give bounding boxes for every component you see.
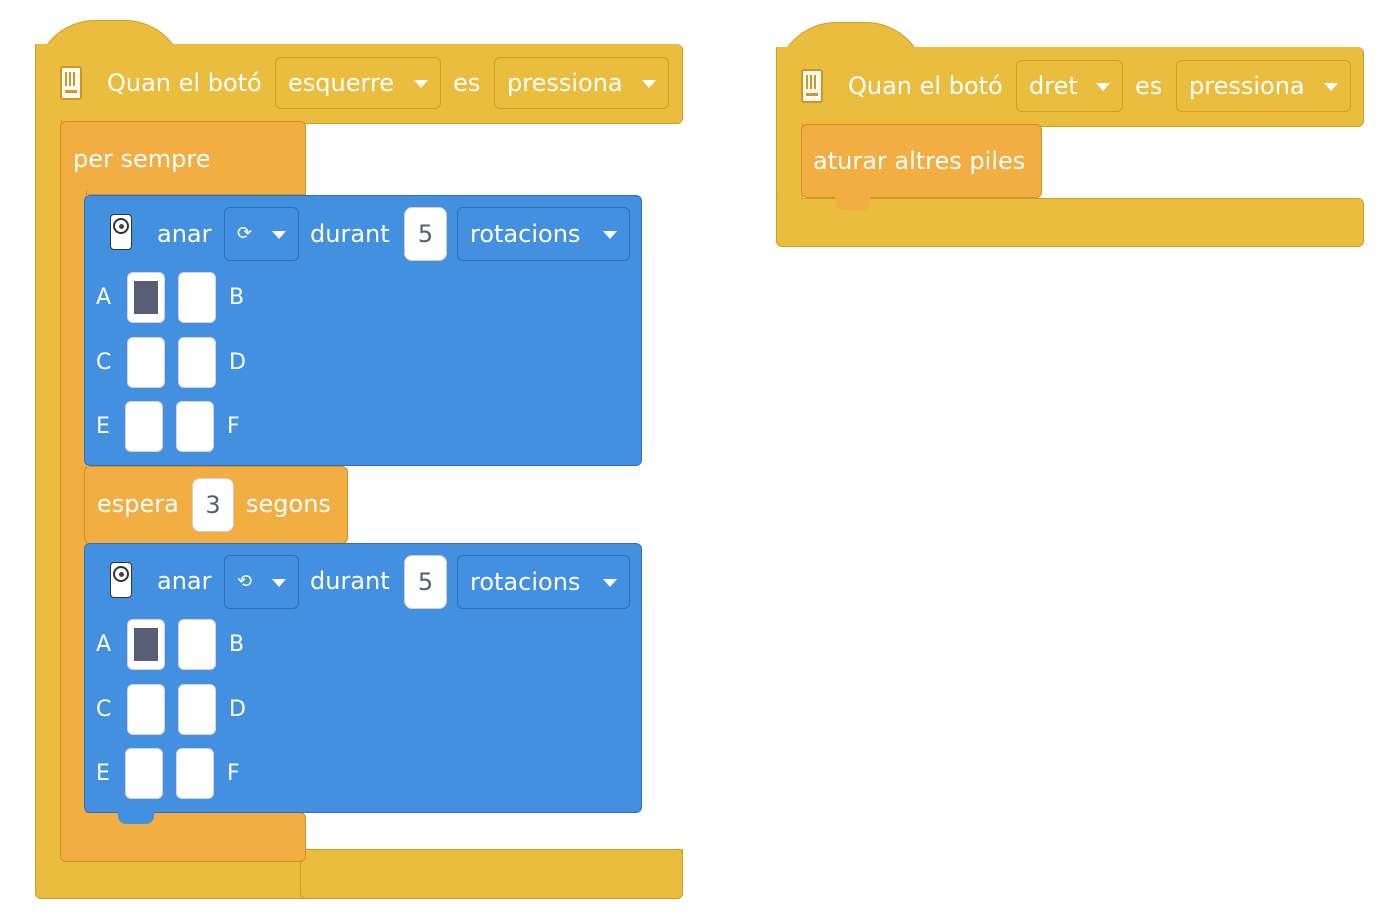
stop-label: aturar altres piles — [813, 147, 1026, 175]
button-dropdown[interactable]: dret — [1016, 60, 1123, 112]
port-a-toggle[interactable] — [127, 272, 165, 323]
port-a-toggle[interactable] — [127, 619, 165, 670]
port-label-b: B — [229, 632, 245, 657]
action-dropdown[interactable]: pressiona — [494, 57, 669, 109]
forever-bottom — [60, 812, 306, 862]
go-label: anar — [157, 220, 212, 248]
button-dropdown-value: esquerre — [288, 69, 395, 97]
port-label-e: E — [96, 761, 110, 786]
es-label: es — [453, 69, 481, 97]
chevron-down-icon — [1324, 83, 1338, 91]
motor-icon — [110, 562, 132, 598]
port-f-toggle[interactable] — [176, 748, 214, 799]
amount-input[interactable]: 5 — [404, 555, 447, 609]
port-label-a: A — [96, 285, 112, 310]
chevron-down-icon — [272, 231, 286, 239]
action-dropdown[interactable]: pressiona — [1176, 60, 1351, 112]
hat-label: Quan el botó — [848, 72, 1003, 100]
direction-dropdown[interactable]: ⟳ — [224, 207, 299, 261]
direction-icon: ⟲ — [237, 571, 253, 592]
port-label-e: E — [96, 414, 110, 439]
port-label-a: A — [96, 632, 112, 657]
port-e-toggle[interactable] — [125, 401, 163, 452]
forever-label: per sempre — [73, 145, 211, 173]
port-label-f: F — [227, 414, 240, 439]
es-label: es — [1135, 72, 1163, 100]
unit-dropdown-value: rotacions — [470, 220, 581, 248]
for-label: durant — [310, 567, 390, 595]
button-dropdown[interactable]: esquerre — [275, 57, 441, 109]
unit-dropdown-value: rotacions — [470, 568, 581, 596]
unit-dropdown[interactable]: rotacions — [457, 555, 630, 609]
go-label: anar — [157, 567, 212, 595]
chevron-down-icon — [603, 231, 617, 239]
action-dropdown-value: pressiona — [1189, 72, 1305, 100]
unit-dropdown[interactable]: rotacions — [457, 207, 630, 261]
hat-arm — [35, 120, 62, 880]
port-b-toggle[interactable] — [178, 272, 216, 323]
chevron-down-icon — [642, 80, 656, 88]
port-d-toggle[interactable] — [178, 337, 216, 388]
action-dropdown-value: pressiona — [507, 69, 623, 97]
port-label-b: B — [229, 285, 245, 310]
button-dropdown-value: dret — [1029, 72, 1078, 100]
port-label-d: D — [229, 350, 246, 375]
direction-icon: ⟳ — [237, 223, 253, 244]
port-c-toggle[interactable] — [127, 684, 165, 735]
port-e-toggle[interactable] — [125, 748, 163, 799]
port-label-c: C — [96, 697, 112, 722]
wait-unit-label: segons — [246, 490, 331, 518]
port-label-c: C — [96, 350, 112, 375]
port-label-d: D — [229, 697, 246, 722]
chevron-down-icon — [272, 579, 286, 587]
amount-input[interactable]: 5 — [404, 207, 447, 261]
chevron-down-icon — [603, 579, 617, 587]
chevron-down-icon — [414, 80, 428, 88]
port-label-f: F — [227, 761, 240, 786]
port-f-toggle[interactable] — [176, 401, 214, 452]
motor-icon — [110, 214, 132, 250]
chevron-down-icon — [1096, 83, 1110, 91]
port-b-toggle[interactable] — [178, 619, 216, 670]
hub-brick-icon — [60, 66, 82, 100]
hub-brick-icon — [801, 69, 823, 103]
port-d-toggle[interactable] — [178, 684, 216, 735]
for-label: durant — [310, 220, 390, 248]
wait-amount-input[interactable]: 3 — [192, 478, 234, 532]
wait-label: espera — [97, 490, 179, 518]
hat-label: Quan el botó — [107, 69, 262, 97]
direction-dropdown[interactable]: ⟲ — [224, 555, 299, 609]
port-c-toggle[interactable] — [127, 337, 165, 388]
